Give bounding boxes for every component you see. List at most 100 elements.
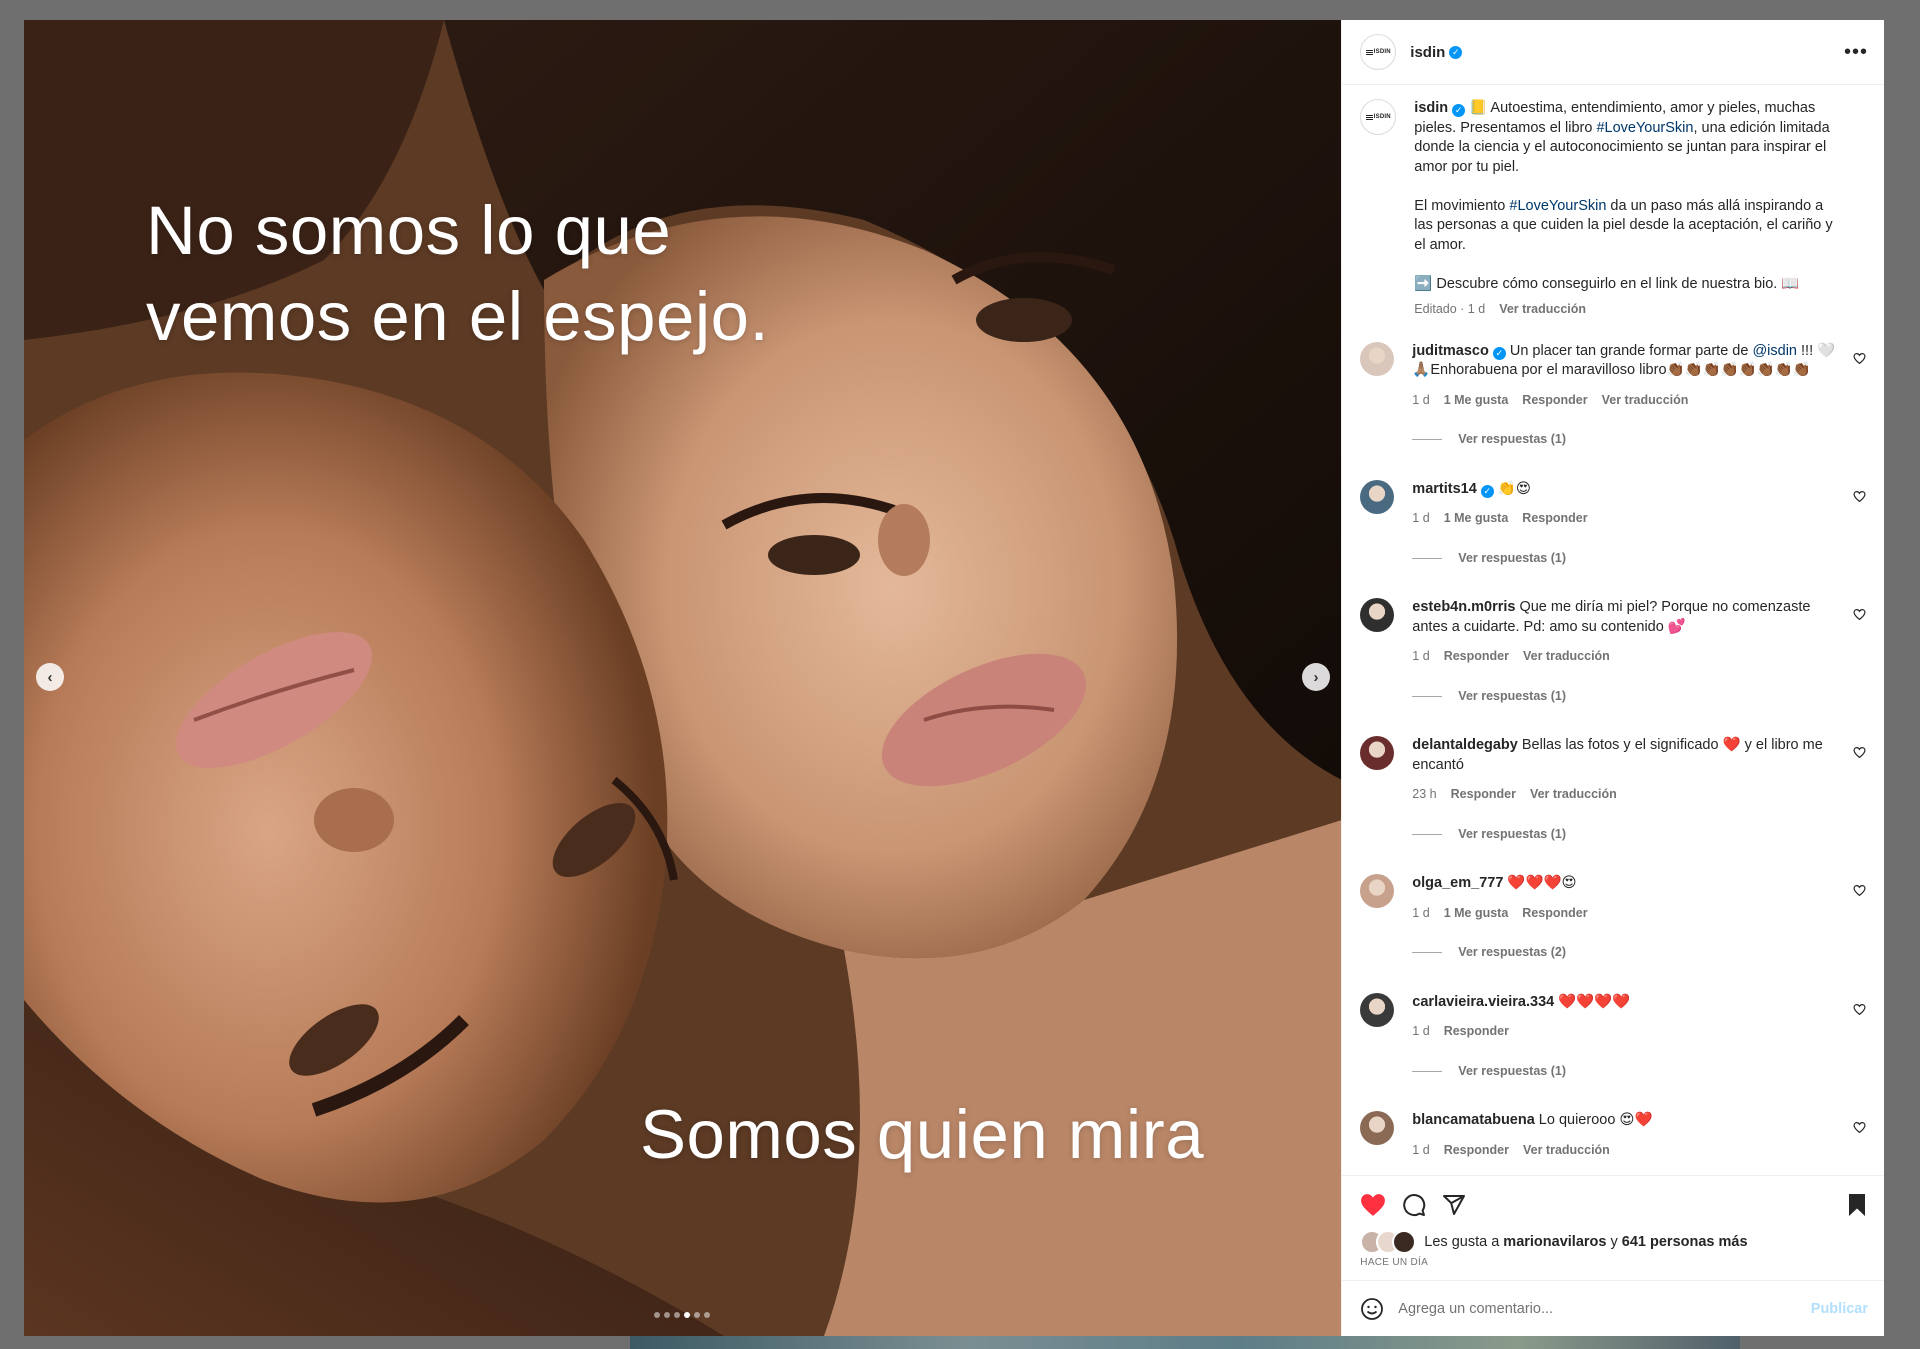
- background-feed-strip: [630, 1335, 1740, 1349]
- comments-list[interactable]: ISDIN isdin ✓ 📒 Autoestima, entendimiento,…: [1342, 85, 1884, 1175]
- comment-like-icon[interactable]: [1853, 352, 1866, 365]
- reply-button[interactable]: Responder: [1444, 1141, 1509, 1161]
- reply-button[interactable]: Responder: [1522, 904, 1587, 924]
- translate-link[interactable]: Ver traducción: [1523, 1141, 1610, 1161]
- comment-time: 1 d: [1412, 1024, 1430, 1038]
- header-username[interactable]: isdin: [1410, 44, 1445, 61]
- comment-likes[interactable]: 1 Me gusta: [1444, 904, 1509, 924]
- comment-text: ❤️❤️❤️❤️: [1558, 993, 1631, 1010]
- post-sidebar: ISDIN isdin ✓ ••• ISDIN isdin ✓ 📒 Autoesti…: [1341, 20, 1884, 1336]
- comment-username[interactable]: juditmasco: [1412, 343, 1489, 359]
- comment-body: esteb4n.m0rris Que me diría mi piel? Porq…: [1412, 598, 1868, 706]
- comment-username[interactable]: blancamatabuena: [1412, 1112, 1535, 1128]
- reply-button[interactable]: Responder: [1444, 1022, 1509, 1042]
- avatar[interactable]: [1360, 598, 1395, 632]
- reply-button[interactable]: Responder: [1522, 509, 1587, 529]
- post-time: HACE UN DÍA: [1360, 1257, 1429, 1268]
- hashtag-link[interactable]: #LoveYourSkin: [1509, 198, 1606, 214]
- caption-meta: Editado · 1 d Ver traducción: [1414, 300, 1842, 320]
- logo-text: ISDIN: [1373, 49, 1391, 55]
- mention-link[interactable]: @isdin: [1752, 343, 1797, 359]
- view-replies-label: Ver respuestas (1): [1458, 1063, 1566, 1078]
- avatar[interactable]: ISDIN: [1360, 34, 1397, 70]
- comment-username[interactable]: olga_em_777: [1412, 875, 1503, 891]
- comment-likes[interactable]: 1 Me gusta: [1444, 509, 1509, 529]
- verified-badge-icon: ✓: [1449, 45, 1463, 59]
- comment-meta: 1 d Responder Ver traducción: [1412, 1141, 1842, 1161]
- replies-divider: [1412, 439, 1443, 441]
- likes-summary[interactable]: Les gusta a marionavilaros y 641 persona…: [1360, 1230, 1868, 1254]
- comment-body: martits14 ✓ 👏😍 1 d 1 Me gusta Responder Ver re…: [1412, 480, 1868, 569]
- likes-count[interactable]: 641 personas más: [1622, 1234, 1748, 1250]
- avatar[interactable]: [1360, 479, 1395, 514]
- carousel-dot: [664, 1312, 670, 1318]
- comment-body: olga_em_777 ❤️❤️❤️😍 1 d 1 Me gusta Responder…: [1412, 874, 1868, 963]
- heart-filled-icon[interactable]: [1360, 1193, 1386, 1217]
- comment-meta: 1 d Responder: [1412, 1022, 1842, 1042]
- carousel-dot: [704, 1312, 710, 1318]
- next-slide-button[interactable]: ›: [1302, 663, 1330, 691]
- comment-like-icon[interactable]: [1853, 490, 1866, 503]
- avatar[interactable]: ISDIN: [1360, 99, 1397, 135]
- translate-link[interactable]: Ver traducción: [1530, 785, 1617, 805]
- translate-link[interactable]: Ver traducción: [1499, 300, 1586, 320]
- avatar[interactable]: [1360, 341, 1395, 376]
- comment-text: Un placer tan grande formar parte de: [1509, 342, 1753, 359]
- view-replies-button[interactable]: Ver respuestas (1): [1412, 549, 1842, 569]
- comment-like-icon[interactable]: [1853, 1003, 1866, 1016]
- likes-mid: y: [1606, 1234, 1622, 1250]
- liker-username[interactable]: marionavilaros: [1503, 1234, 1606, 1250]
- reply-button[interactable]: Responder: [1444, 647, 1509, 667]
- caption-username[interactable]: isdin: [1414, 100, 1448, 116]
- avatar[interactable]: [1360, 992, 1395, 1027]
- carousel-dot: [694, 1312, 700, 1318]
- view-replies-button[interactable]: Ver respuestas (1): [1412, 687, 1842, 707]
- avatar[interactable]: [1360, 874, 1395, 908]
- comment-time: 1 d: [1412, 649, 1430, 663]
- avatar[interactable]: [1360, 1111, 1395, 1145]
- comment-like-icon[interactable]: [1853, 884, 1866, 897]
- reply-button[interactable]: Responder: [1522, 391, 1587, 411]
- post-media[interactable]: No somos lo que vemos en el espejo. Somo…: [24, 20, 1342, 1336]
- comment-username[interactable]: esteb4n.m0rris: [1412, 599, 1515, 615]
- comment-username[interactable]: delantaldegaby: [1412, 737, 1518, 753]
- comment-username[interactable]: carlavieira.vieira.334: [1412, 994, 1554, 1010]
- smiley-icon[interactable]: [1360, 1297, 1384, 1321]
- post-modal: No somos lo que vemos en el espejo. Somo…: [24, 20, 1884, 1336]
- avatar[interactable]: [1360, 736, 1395, 770]
- bookmark-filled-icon[interactable]: [1846, 1193, 1868, 1217]
- previous-slide-button[interactable]: ‹: [36, 663, 64, 691]
- view-replies-button[interactable]: Ver respuestas (2): [1412, 943, 1842, 963]
- view-replies-button[interactable]: Ver respuestas (1): [1412, 430, 1842, 450]
- translate-link[interactable]: Ver traducción: [1523, 647, 1610, 667]
- view-replies-button[interactable]: Ver respuestas (1): [1412, 1062, 1842, 1082]
- comment-likes[interactable]: 1 Me gusta: [1444, 391, 1509, 411]
- comment-like-icon[interactable]: [1853, 1121, 1866, 1134]
- translate-link[interactable]: Ver traducción: [1602, 391, 1689, 411]
- hashtag-link[interactable]: #LoveYourSkin: [1596, 120, 1693, 136]
- view-replies-label: Ver respuestas (1): [1458, 432, 1566, 446]
- isdin-logo-icon: [1365, 114, 1373, 120]
- comment-icon[interactable]: [1402, 1193, 1426, 1217]
- comment-text: 👏😍: [1497, 480, 1531, 497]
- carousel-indicator: [654, 1312, 710, 1318]
- comment-like-icon[interactable]: [1853, 746, 1866, 759]
- comment-input[interactable]: Agrega un comentario...: [1398, 1301, 1796, 1317]
- carousel-dot: [674, 1312, 680, 1318]
- comment-username[interactable]: martits14: [1412, 481, 1476, 497]
- view-replies-label: Ver respuestas (1): [1458, 550, 1566, 565]
- reply-button[interactable]: Responder: [1451, 785, 1516, 805]
- share-icon[interactable]: [1442, 1193, 1466, 1217]
- comment-time: 1 d: [1412, 392, 1430, 407]
- logo-text: ISDIN: [1373, 114, 1391, 120]
- publish-button[interactable]: Publicar: [1811, 1301, 1868, 1317]
- more-options-icon[interactable]: •••: [1844, 42, 1868, 62]
- add-comment-bar: Agrega un comentario... Publicar: [1342, 1280, 1884, 1336]
- comment-time: 1 d: [1412, 905, 1430, 920]
- comment-meta: 23 h Responder Ver traducción: [1412, 785, 1842, 805]
- comment-meta: 1 d Responder Ver traducción: [1412, 647, 1842, 667]
- view-replies-button[interactable]: Ver respuestas (1): [1412, 825, 1842, 845]
- comment-item: delantaldegaby Bellas las fotos y el sign…: [1360, 736, 1868, 844]
- avatar: [1392, 1230, 1417, 1254]
- comment-like-icon[interactable]: [1853, 608, 1866, 621]
